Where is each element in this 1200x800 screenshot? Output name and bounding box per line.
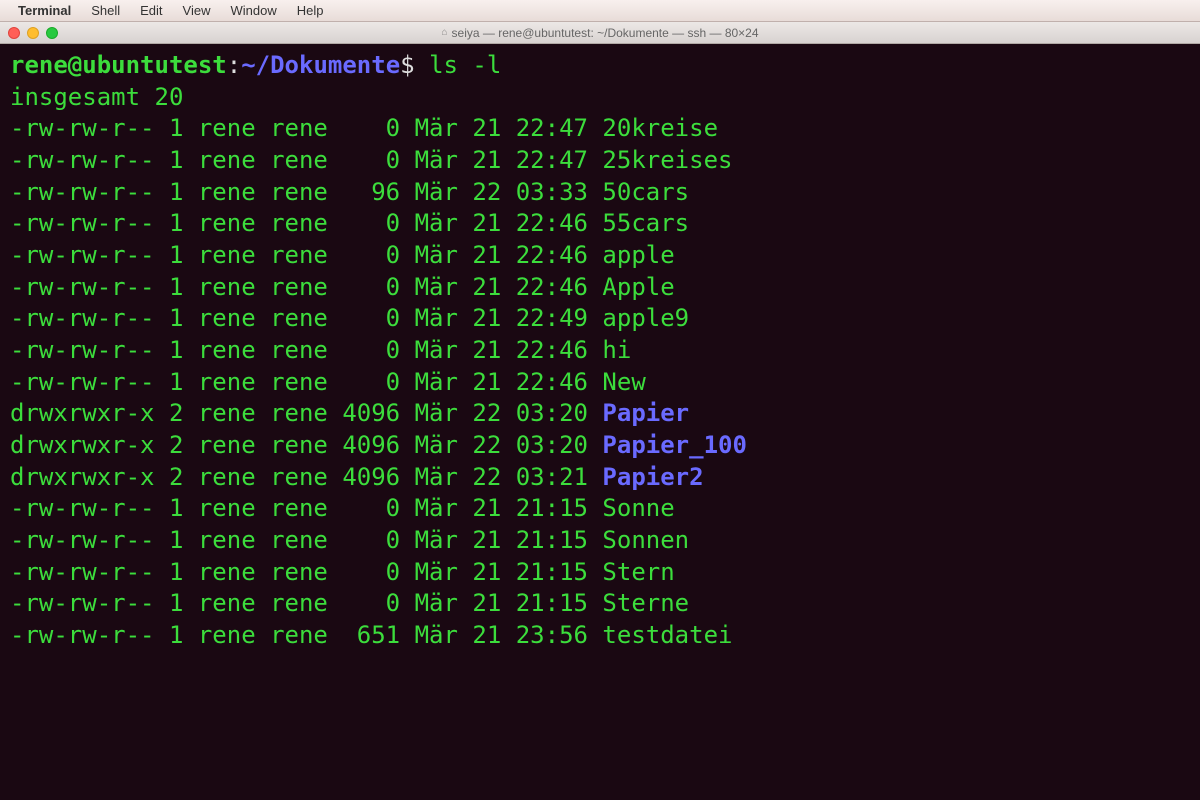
menu-window[interactable]: Window bbox=[221, 3, 287, 18]
ls-columns: drwxrwxr-x 2 rene rene 4096 Mär 22 03:20 bbox=[10, 431, 602, 459]
list-item: drwxrwxr-x 2 rene rene 4096 Mär 22 03:20… bbox=[10, 398, 1190, 430]
ls-columns: -rw-rw-r-- 1 rene rene 651 Mär 21 23:56 bbox=[10, 621, 602, 649]
prompt-line: rene@ubuntutest:~/Dokumente$ ls -l bbox=[10, 50, 1190, 82]
command-text: ls -l bbox=[429, 51, 501, 79]
file-name: New bbox=[602, 368, 645, 396]
ls-columns: -rw-rw-r-- 1 rene rene 0 Mär 21 22:46 bbox=[10, 273, 602, 301]
list-item: -rw-rw-r-- 1 rene rene 96 Mär 22 03:33 5… bbox=[10, 177, 1190, 209]
ls-columns: -rw-rw-r-- 1 rene rene 0 Mär 21 22:47 bbox=[10, 146, 602, 174]
list-item: -rw-rw-r-- 1 rene rene 651 Mär 21 23:56 … bbox=[10, 620, 1190, 652]
list-item: -rw-rw-r-- 1 rene rene 0 Mär 21 22:46 Ne… bbox=[10, 367, 1190, 399]
ls-columns: -rw-rw-r-- 1 rene rene 0 Mär 21 22:46 bbox=[10, 336, 602, 364]
minimize-button[interactable] bbox=[27, 27, 39, 39]
file-name: hi bbox=[602, 336, 631, 364]
menubar: Terminal Shell Edit View Window Help bbox=[0, 0, 1200, 22]
menu-view[interactable]: View bbox=[173, 3, 221, 18]
maximize-button[interactable] bbox=[46, 27, 58, 39]
list-item: -rw-rw-r-- 1 rene rene 0 Mär 21 22:47 20… bbox=[10, 113, 1190, 145]
file-name: Sterne bbox=[602, 589, 689, 617]
close-button[interactable] bbox=[8, 27, 20, 39]
file-name: Stern bbox=[602, 558, 674, 586]
directory-name: Papier_100 bbox=[602, 431, 747, 459]
traffic-lights bbox=[8, 27, 58, 39]
list-item: -rw-rw-r-- 1 rene rene 0 Mär 21 22:46 55… bbox=[10, 208, 1190, 240]
list-item: -rw-rw-r-- 1 rene rene 0 Mär 21 21:15 So… bbox=[10, 493, 1190, 525]
menu-help[interactable]: Help bbox=[287, 3, 334, 18]
file-name: Sonnen bbox=[602, 526, 689, 554]
directory-name: Papier2 bbox=[602, 463, 703, 491]
menu-shell[interactable]: Shell bbox=[81, 3, 130, 18]
file-name: testdatei bbox=[602, 621, 732, 649]
list-item: -rw-rw-r-- 1 rene rene 0 Mär 21 21:15 St… bbox=[10, 588, 1190, 620]
terminal-output[interactable]: rene@ubuntutest:~/Dokumente$ ls -l insge… bbox=[0, 44, 1200, 800]
list-item: -rw-rw-r-- 1 rene rene 0 Mär 21 22:47 25… bbox=[10, 145, 1190, 177]
total-line: insgesamt 20 bbox=[10, 82, 1190, 114]
list-item: -rw-rw-r-- 1 rene rene 0 Mär 21 22:46 Ap… bbox=[10, 272, 1190, 304]
ls-columns: drwxrwxr-x 2 rene rene 4096 Mär 22 03:20 bbox=[10, 399, 602, 427]
menu-edit[interactable]: Edit bbox=[130, 3, 172, 18]
prompt-userhost: rene@ubuntutest bbox=[10, 51, 227, 79]
window-titlebar: ⌂ seiya — rene@ubuntutest: ~/Dokumente —… bbox=[0, 22, 1200, 44]
ls-columns: -rw-rw-r-- 1 rene rene 0 Mär 21 22:46 bbox=[10, 241, 602, 269]
ls-columns: -rw-rw-r-- 1 rene rene 0 Mär 21 21:15 bbox=[10, 589, 602, 617]
file-name: 20kreise bbox=[602, 114, 718, 142]
list-item: -rw-rw-r-- 1 rene rene 0 Mär 21 22:46 hi bbox=[10, 335, 1190, 367]
list-item: -rw-rw-r-- 1 rene rene 0 Mär 21 22:46 ap… bbox=[10, 240, 1190, 272]
prompt-colon: : bbox=[227, 51, 241, 79]
ls-columns: -rw-rw-r-- 1 rene rene 0 Mär 21 22:49 bbox=[10, 304, 602, 332]
file-name: Sonne bbox=[602, 494, 674, 522]
file-name: apple bbox=[602, 241, 674, 269]
list-item: -rw-rw-r-- 1 rene rene 0 Mär 21 22:49 ap… bbox=[10, 303, 1190, 335]
ls-columns: -rw-rw-r-- 1 rene rene 0 Mär 21 22:47 bbox=[10, 114, 602, 142]
ls-columns: -rw-rw-r-- 1 rene rene 0 Mär 21 21:15 bbox=[10, 494, 602, 522]
list-item: -rw-rw-r-- 1 rene rene 0 Mär 21 21:15 St… bbox=[10, 557, 1190, 589]
ls-columns: -rw-rw-r-- 1 rene rene 0 Mär 21 22:46 bbox=[10, 368, 602, 396]
ls-output: -rw-rw-r-- 1 rene rene 0 Mär 21 22:47 20… bbox=[10, 113, 1190, 651]
prompt-path: ~/Dokumente bbox=[241, 51, 400, 79]
file-name: 50cars bbox=[602, 178, 689, 206]
directory-name: Papier bbox=[602, 399, 689, 427]
file-name: Apple bbox=[602, 273, 674, 301]
file-name: 25kreises bbox=[602, 146, 732, 174]
ls-columns: -rw-rw-r-- 1 rene rene 0 Mär 21 22:46 bbox=[10, 209, 602, 237]
list-item: -rw-rw-r-- 1 rene rene 0 Mär 21 21:15 So… bbox=[10, 525, 1190, 557]
ls-columns: -rw-rw-r-- 1 rene rene 0 Mär 21 21:15 bbox=[10, 526, 602, 554]
ls-columns: -rw-rw-r-- 1 rene rene 96 Mär 22 03:33 bbox=[10, 178, 602, 206]
list-item: drwxrwxr-x 2 rene rene 4096 Mär 22 03:21… bbox=[10, 462, 1190, 494]
list-item: drwxrwxr-x 2 rene rene 4096 Mär 22 03:20… bbox=[10, 430, 1190, 462]
prompt-dollar: $ bbox=[400, 51, 414, 79]
menu-terminal[interactable]: Terminal bbox=[8, 3, 81, 18]
file-name: 55cars bbox=[602, 209, 689, 237]
home-icon: ⌂ bbox=[441, 27, 447, 38]
file-name: apple9 bbox=[602, 304, 689, 332]
ls-columns: -rw-rw-r-- 1 rene rene 0 Mär 21 21:15 bbox=[10, 558, 602, 586]
ls-columns: drwxrwxr-x 2 rene rene 4096 Mär 22 03:21 bbox=[10, 463, 602, 491]
window-title-text: seiya — rene@ubuntutest: ~/Dokumente — s… bbox=[452, 26, 759, 40]
window-title: ⌂ seiya — rene@ubuntutest: ~/Dokumente —… bbox=[441, 26, 758, 40]
